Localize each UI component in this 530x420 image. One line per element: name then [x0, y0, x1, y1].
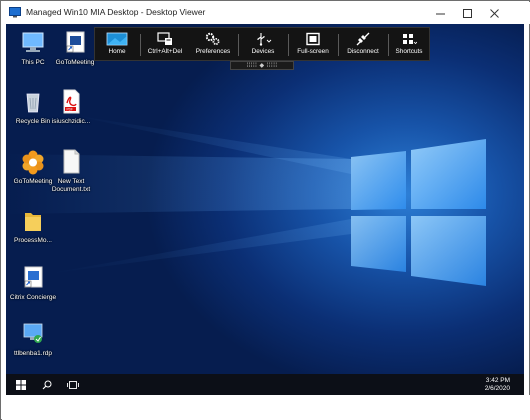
toolbar-drag-handle[interactable]: ⁞⁞⁞⁞⁞ ◆ ⁞⁞⁞⁞⁞	[230, 61, 294, 70]
toolbar-separator	[140, 34, 141, 56]
window-bottom-margin	[2, 395, 530, 420]
desktop-icon-rdp[interactable]: ttlbenba1.rdp	[6, 320, 60, 358]
home-icon	[106, 32, 128, 46]
task-view-icon	[67, 380, 79, 389]
toolbar-devices-button[interactable]: Devices	[241, 28, 285, 62]
viewer-toolbar: Home Ctrl+Alt+Del Preferences Devices Fu…	[94, 27, 430, 61]
minimize-button[interactable]	[427, 2, 453, 24]
close-button[interactable]	[481, 2, 507, 24]
usb-icon	[257, 33, 272, 46]
search-icon	[42, 380, 52, 389]
desktop-viewer-app-icon	[9, 7, 21, 18]
drag-handle-icon: ⁞⁞⁞⁞⁞ ◆ ⁞⁞⁞⁞⁞	[246, 62, 278, 69]
toolbar-separator	[238, 34, 239, 56]
text-file-icon	[63, 149, 80, 174]
toolbar-preferences-button[interactable]: Preferences	[191, 28, 235, 62]
system-clock[interactable]: 3:42 PM 2/6/2020	[485, 377, 510, 393]
ctrl-alt-del-icon	[157, 32, 172, 45]
svg-text:PDF: PDF	[67, 107, 73, 111]
desktop-icon-text-document[interactable]: New Text Document.txt	[44, 148, 98, 194]
maximize-icon	[462, 8, 472, 18]
minimize-icon	[435, 13, 445, 14]
toolbar-disconnect-button[interactable]: Disconnect	[341, 28, 385, 62]
gotomeeting-flower-icon	[22, 150, 44, 175]
toolbar-ctrl-alt-del-button[interactable]: Ctrl+Alt+Del	[143, 28, 187, 62]
task-view-button[interactable]	[62, 374, 84, 395]
close-icon	[489, 8, 499, 18]
fullscreen-icon	[306, 32, 320, 46]
toolbar-shortcuts-button[interactable]: Shortcuts	[389, 28, 429, 62]
clock-date: 2/6/2020	[484, 385, 510, 392]
title-bar: Managed Win10 MIA Desktop - Desktop View…	[2, 2, 530, 24]
computer-icon	[22, 32, 44, 52]
pdf-file-icon: PDF	[63, 89, 80, 114]
toolbar-separator	[288, 34, 289, 56]
desktop-viewer-window: Managed Win10 MIA Desktop - Desktop View…	[0, 0, 530, 420]
desktop-icon-label: isiuschzidic...	[51, 118, 91, 125]
toolbar-fullscreen-button[interactable]: Full-screen	[291, 28, 335, 62]
start-button[interactable]	[10, 374, 32, 395]
desktop-icon-citrix-concierge[interactable]: Citrix Concierge	[6, 264, 60, 302]
remote-taskbar: 3:42 PM 2/6/2020	[6, 374, 524, 395]
desktop-icon-label: ProcessMo...	[14, 237, 52, 244]
gears-icon	[205, 32, 220, 45]
window-title: Managed Win10 MIA Desktop - Desktop View…	[26, 7, 206, 17]
desktop-icon-label: Citrix Concierge	[9, 294, 57, 301]
recycle-bin-icon	[26, 93, 40, 113]
toolbar-separator	[338, 34, 339, 56]
taskbar-search-button[interactable]	[36, 374, 58, 395]
toolbar-home-button[interactable]: Home	[97, 28, 137, 62]
desktop-icon-pdf[interactable]: PDF isiuschzidic...	[44, 88, 98, 126]
windows-wallpaper	[6, 114, 486, 286]
citrix-concierge-icon	[24, 266, 43, 288]
gotomeeting-shortcut-icon	[66, 31, 85, 53]
disconnect-icon	[356, 32, 370, 46]
rdp-file-icon	[23, 323, 43, 343]
desktop-icon-label: New Text Document.txt	[51, 178, 91, 193]
clock-time: 3:42 PM	[485, 377, 510, 384]
maximize-button[interactable]	[454, 2, 480, 24]
desktop-icon-label: ttlbenba1.rdp	[14, 350, 52, 357]
shortcuts-grid-icon	[403, 34, 418, 45]
remote-desktop[interactable]: This PC GoToMeeting Recycle Bin PDF isiu…	[6, 24, 524, 375]
desktop-icon-processmo[interactable]: ProcessMo...	[6, 207, 60, 245]
folder-icon	[25, 213, 41, 231]
windows-start-icon	[16, 379, 26, 390]
